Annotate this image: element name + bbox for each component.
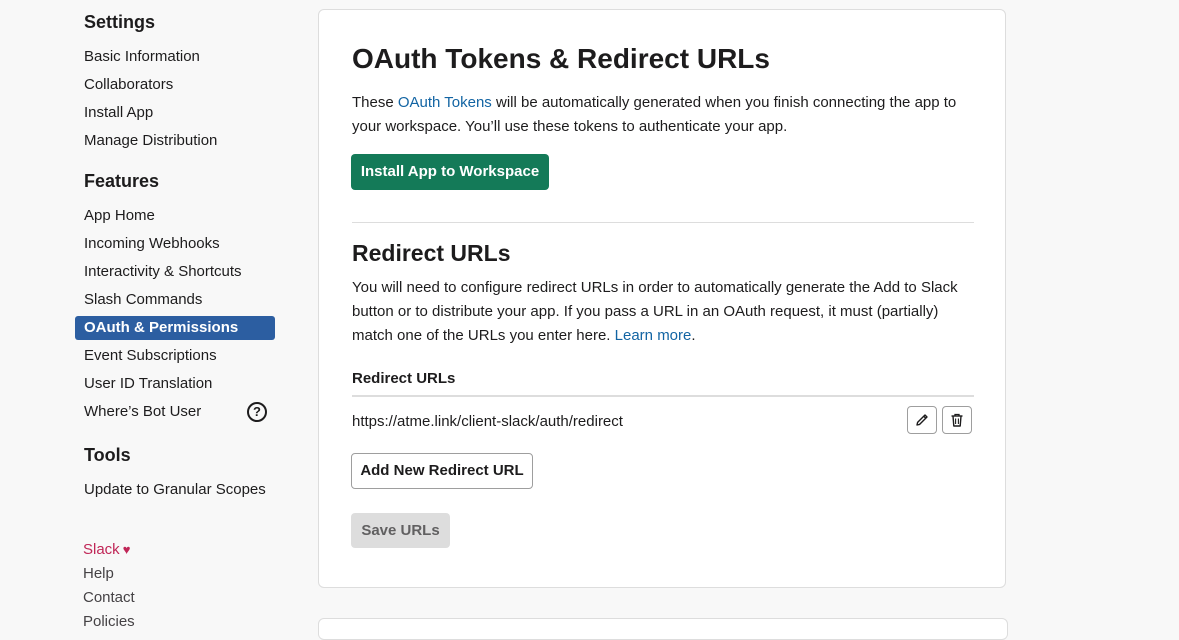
- redirect-urls-label: Redirect URLs: [352, 370, 456, 387]
- heart-icon: ♥: [122, 542, 131, 557]
- save-urls-button[interactable]: Save URLs: [351, 513, 450, 548]
- next-card: [318, 618, 1008, 640]
- pencil-icon: [916, 414, 928, 426]
- sidebar-item-slash-commands[interactable]: Slash Commands: [75, 288, 275, 312]
- sidebar: Settings Basic Information Collaborators…: [0, 0, 300, 630]
- learn-more-link[interactable]: Learn more: [615, 327, 692, 344]
- help-icon[interactable]: ?: [247, 402, 267, 422]
- field-rule: [352, 395, 974, 397]
- intro-before: These: [352, 94, 398, 111]
- tools-section-title: Tools: [84, 445, 131, 465]
- edit-url-button[interactable]: [907, 406, 937, 434]
- sidebar-item-manage-distribution[interactable]: Manage Distribution: [75, 129, 275, 153]
- features-section-title: Features: [84, 171, 160, 191]
- footer-slack-label: Slack: [83, 541, 120, 558]
- add-redirect-url-button[interactable]: Add New Redirect URL: [351, 453, 533, 489]
- settings-section-title: Settings: [84, 12, 156, 32]
- sidebar-item-update-granular-scopes[interactable]: Update to Granular Scopes: [75, 478, 275, 502]
- redirect-url-value: https://atme.link/client-slack/auth/redi…: [352, 413, 623, 430]
- sidebar-item-interactivity-shortcuts[interactable]: Interactivity & Shortcuts: [75, 260, 275, 284]
- sidebar-item-app-home[interactable]: App Home: [75, 204, 275, 228]
- sidebar-item-event-subscriptions[interactable]: Event Subscriptions: [75, 344, 275, 368]
- oauth-tokens-link[interactable]: OAuth Tokens: [398, 94, 492, 111]
- sidebar-item-user-id-translation[interactable]: User ID Translation: [75, 372, 275, 396]
- redirect-urls-title: Redirect URLs: [352, 240, 511, 266]
- trash-icon: [951, 413, 963, 427]
- footer-link-contact[interactable]: Contact: [83, 588, 135, 608]
- oauth-intro-text: These OAuth Tokens will be automatically…: [352, 91, 982, 139]
- sidebar-item-collaborators[interactable]: Collaborators: [75, 73, 275, 97]
- section-divider: [352, 222, 974, 223]
- install-app-button[interactable]: Install App to Workspace: [351, 154, 549, 190]
- page-title: OAuth Tokens & Redirect URLs: [352, 43, 770, 74]
- sidebar-item-incoming-webhooks[interactable]: Incoming Webhooks: [75, 232, 275, 256]
- footer-link-help[interactable]: Help: [83, 564, 114, 584]
- sidebar-item-install-app[interactable]: Install App: [75, 101, 275, 125]
- sidebar-item-oauth-permissions[interactable]: OAuth & Permissions: [75, 316, 275, 340]
- footer-link-slack[interactable]: Slack ♥: [83, 540, 130, 560]
- sidebar-item-basic-information[interactable]: Basic Information: [75, 45, 275, 69]
- sidebar-item-wheres-bot-user[interactable]: Where’s Bot User: [75, 400, 275, 424]
- delete-url-button[interactable]: [942, 406, 972, 434]
- footer-link-policies[interactable]: Policies: [83, 612, 135, 632]
- redirect-description: You will need to configure redirect URLs…: [352, 276, 982, 348]
- oauth-card: OAuth Tokens & Redirect URLs These OAuth…: [318, 9, 1006, 588]
- redirect-period: .: [691, 327, 696, 344]
